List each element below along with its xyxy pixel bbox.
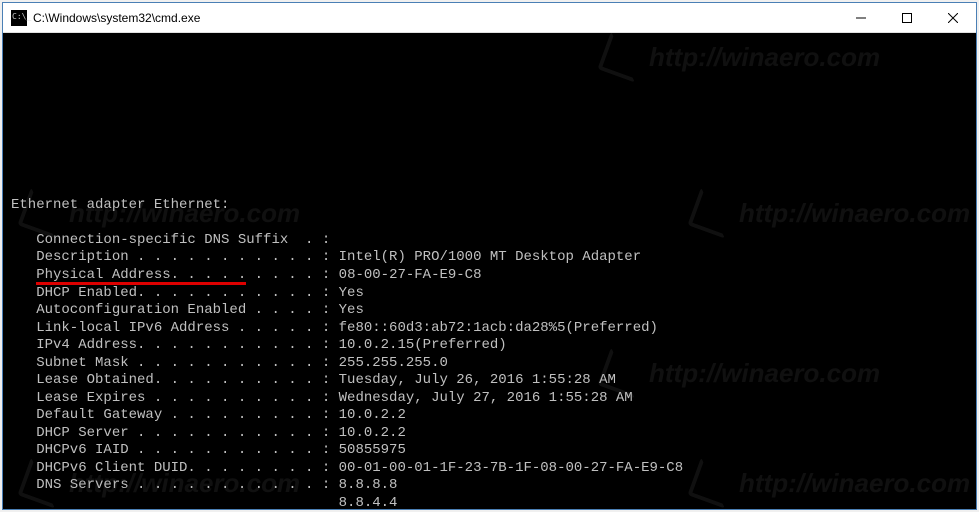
watermark: http://winaero.com — [603, 37, 880, 77]
minimize-icon — [856, 13, 866, 23]
close-button[interactable] — [930, 3, 976, 33]
output-line: Default Gateway . . . . . . . . . : 10.0… — [11, 407, 968, 425]
minimize-button[interactable] — [838, 3, 884, 33]
output-line: Subnet Mask . . . . . . . . . . . : 255.… — [11, 355, 968, 373]
output-line: Connection-specific DNS Suffix . : — [11, 232, 968, 250]
titlebar[interactable]: C:\Windows\system32\cmd.exe — [3, 3, 976, 33]
blank-line — [11, 214, 968, 232]
output-line: DHCPv6 Client DUID. . . . . . . . : 00-0… — [11, 460, 968, 478]
output-line: DHCPv6 IAID . . . . . . . . . . . : 5085… — [11, 442, 968, 460]
output-line: Description . . . . . . . . . . . : Inte… — [11, 249, 968, 267]
output-line: DHCP Server . . . . . . . . . . . : 10.0… — [11, 425, 968, 443]
output-line: DNS Servers . . . . . . . . . . . : 8.8.… — [11, 477, 968, 495]
window-title: C:\Windows\system32\cmd.exe — [33, 11, 838, 25]
output-line: DHCP Enabled. . . . . . . . . . . : Yes — [11, 285, 968, 303]
output-line: IPv4 Address. . . . . . . . . . . : 10.0… — [11, 337, 968, 355]
terminal-output[interactable]: http://winaero.com http://winaero.com ht… — [3, 33, 976, 509]
output-line: Link-local IPv6 Address . . . . . : fe80… — [11, 320, 968, 338]
output-line: Lease Obtained. . . . . . . . . . : Tues… — [11, 372, 968, 390]
output-line: Physical Address. . . . . . . . . : 08-0… — [11, 267, 968, 285]
maximize-icon — [902, 13, 912, 23]
output-line: Lease Expires . . . . . . . . . . : Wedn… — [11, 390, 968, 408]
adapter-header: Ethernet adapter Ethernet: — [11, 197, 968, 215]
output-line: Autoconfiguration Enabled . . . . : Yes — [11, 302, 968, 320]
window-controls — [838, 3, 976, 33]
cmd-window: C:\Windows\system32\cmd.exe http://winae… — [2, 2, 977, 510]
output-line: 8.8.4.4 — [11, 495, 968, 510]
cmd-icon — [11, 10, 27, 26]
maximize-button[interactable] — [884, 3, 930, 33]
close-icon — [948, 13, 958, 23]
